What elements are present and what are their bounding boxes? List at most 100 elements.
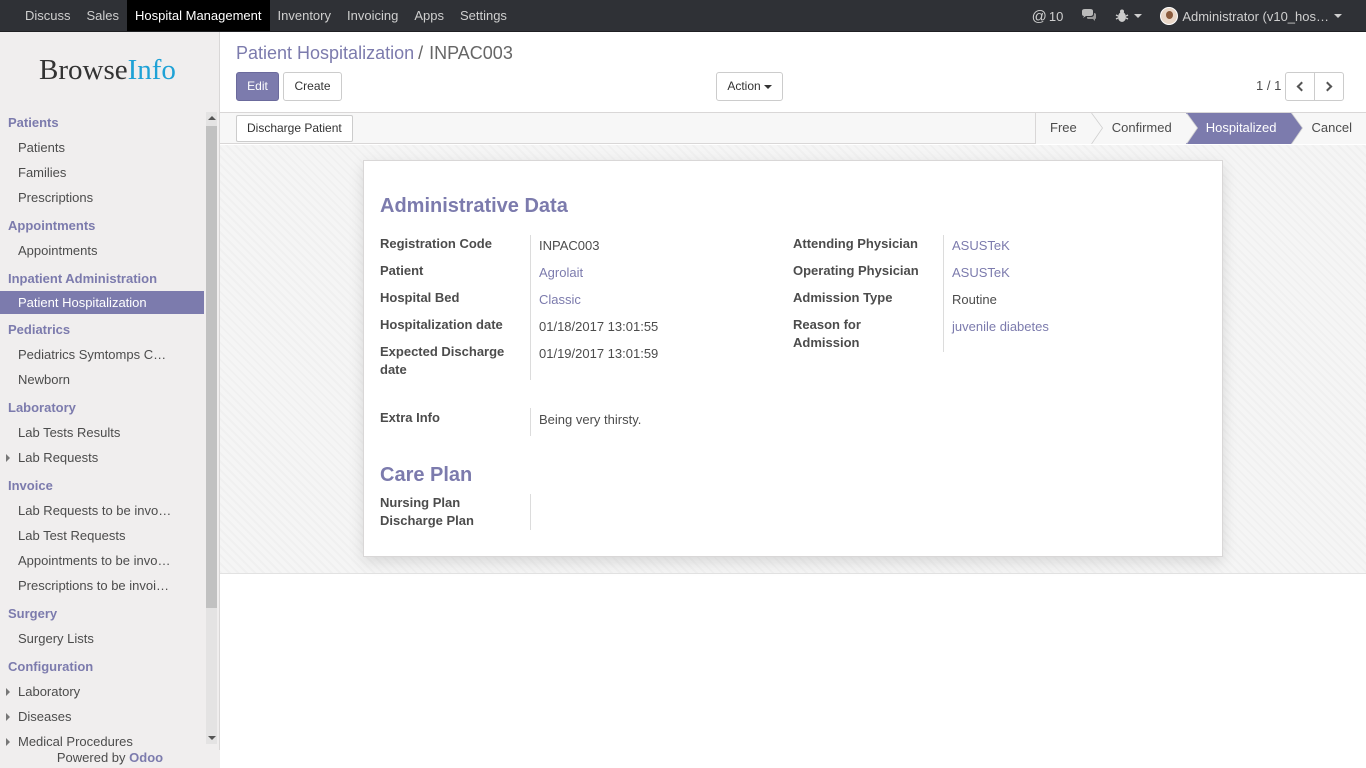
scroll-down-icon[interactable] (208, 736, 216, 740)
stage-label: Free (1050, 120, 1077, 135)
registration-code-value: INPAC003 (539, 238, 600, 253)
operating-physician-label: Operating Physician (793, 263, 919, 278)
patient-label: Patient (380, 263, 424, 278)
sidebar-item-label: Pediatrics Symtomps C… (18, 347, 167, 362)
sidebar-item-prescriptions-to-be-invoi[interactable]: Prescriptions to be invoi… (0, 573, 204, 598)
sidebar-item-label: Patients (18, 140, 65, 155)
odoo-link[interactable]: Odoo (129, 750, 163, 765)
app-menu-discuss[interactable]: Discuss (17, 0, 79, 31)
extra-info-label: Extra Info (380, 410, 440, 425)
action-dropdown[interactable]: Action (716, 72, 783, 101)
operating-physician-link[interactable]: ASUSTeK (952, 264, 1010, 282)
app-menu-hospital-management[interactable]: Hospital Management (127, 0, 270, 31)
app-menu-sales[interactable]: Sales (79, 0, 128, 31)
sidebar-item-appointments[interactable]: Appointments (0, 238, 204, 263)
bug-icon (1116, 9, 1129, 22)
pager-value[interactable]: 1 / 1 (1256, 78, 1281, 93)
field-separator (530, 235, 531, 380)
sidebar-item-lab-tests-results[interactable]: Lab Tests Results (0, 420, 204, 445)
edit-button[interactable]: Edit (236, 72, 279, 101)
label-line: date (380, 362, 407, 377)
app-menu-settings[interactable]: Settings (452, 0, 515, 31)
app-menu-invoicing[interactable]: Invoicing (339, 0, 406, 31)
stage-confirmed[interactable]: Confirmed (1090, 113, 1198, 144)
sidebar-item-newborn[interactable]: Newborn (0, 367, 204, 392)
hospital-bed-label: Hospital Bed (380, 290, 460, 305)
sidebar-item-label: Lab Tests Results (18, 425, 121, 440)
field-separator (530, 494, 531, 530)
user-name: Administrator (v10_hos… (1182, 8, 1329, 24)
caret-right-icon (6, 688, 10, 696)
label-line: Expected Discharge (380, 344, 505, 359)
sidebar-nav: Patients Patients Families Prescriptions App… (0, 107, 204, 754)
status-stages: Free Confirmed Hospitalized Cancel (1035, 113, 1366, 144)
stage-label: Cancel (1311, 120, 1352, 135)
attending-physician-link[interactable]: ASUSTeK (952, 237, 1010, 255)
action-label: Action (727, 79, 761, 93)
chat-bubbles-icon (1082, 9, 1097, 21)
discharge-plan-label: Discharge Plan (380, 513, 474, 528)
sidebar-scrollbar[interactable] (206, 112, 217, 744)
sidebar-item-lab-requests-to-be-invo[interactable]: Lab Requests to be invo… (0, 498, 204, 523)
reason-for-admission-label: Reason for Admission (793, 316, 861, 352)
sidebar-item-lab-test-requests[interactable]: Lab Test Requests (0, 523, 204, 548)
field-separator (943, 235, 944, 352)
sidebar-section-surgery: Surgery (8, 606, 58, 621)
form-statusbar: Discharge Patient Free Confirmed Hospitali… (220, 112, 1366, 144)
patient-link[interactable]: Agrolait (539, 264, 583, 282)
app-menu-inventory[interactable]: Inventory (270, 0, 339, 31)
field-separator (530, 408, 531, 436)
sidebar-item-laboratory[interactable]: Laboratory (0, 679, 204, 704)
stage-label: Hospitalized (1205, 120, 1277, 135)
app-menu-apps[interactable]: Apps (406, 0, 452, 31)
sidebar-item-patients[interactable]: Patients (0, 135, 204, 160)
chat-menu[interactable] (1081, 9, 1097, 23)
sidebar-item-label: Families (18, 165, 67, 180)
form-sheet: Administrative Data Registration Code IN… (363, 160, 1223, 557)
sidebar-item-surgery-lists[interactable]: Surgery Lists (0, 626, 204, 651)
pager-next-button[interactable] (1314, 72, 1344, 101)
sidebar-item-prescriptions[interactable]: Prescriptions (0, 185, 204, 210)
breadcrumb-current: INPAC003 (429, 43, 513, 63)
sidebar-section-configuration: Configuration (8, 659, 94, 674)
messaging-menu[interactable]: @ 10 (1032, 8, 1064, 25)
admission-type-label: Admission Type (793, 290, 893, 305)
stage-free[interactable]: Free (1035, 113, 1103, 144)
sidebar-item-patient-hospitalization[interactable]: Patient Hospitalization (0, 291, 204, 314)
stage-hospitalized[interactable]: Hospitalized (1185, 113, 1303, 144)
sidebar-item-families[interactable]: Families (0, 160, 204, 185)
attending-physician-label: Attending Physician (793, 236, 918, 251)
sidebar-item-label: Medical Procedures (18, 734, 133, 749)
sidebar-section-inpatient-administration: Inpatient Administration (8, 271, 158, 286)
breadcrumb-parent[interactable]: Patient Hospitalization (236, 43, 414, 63)
hospitalization-date-value: 01/18/2017 13:01:55 (539, 319, 659, 334)
expected-discharge-value: 01/19/2017 13:01:59 (539, 346, 659, 361)
sidebar-item-label: Prescriptions (18, 190, 94, 205)
sidebar-item-label: Prescriptions to be invoi… (18, 578, 170, 593)
sidebar-item-label: Laboratory (18, 684, 81, 699)
care-plan-heading: Care Plan (380, 464, 473, 486)
powered-by: Powered by Odoo (0, 750, 220, 768)
reason-for-admission-link[interactable]: juvenile diabetes (952, 318, 1049, 336)
pager-previous-button[interactable] (1285, 72, 1315, 101)
debug-menu[interactable] (1115, 9, 1143, 23)
sidebar: BrowseInfo Patients Patients Families Presc… (0, 32, 220, 768)
sidebar-section-pediatrics: Pediatrics (8, 322, 71, 337)
scrollbar-thumb[interactable] (206, 126, 217, 608)
sidebar-item-lab-requests[interactable]: Lab Requests (0, 445, 204, 470)
user-menu[interactable]: Administrator (v10_hos… (1160, 7, 1342, 25)
sidebar-item-diseases[interactable]: Diseases (0, 704, 204, 729)
discharge-patient-button[interactable]: Discharge Patient (236, 115, 353, 142)
administrative-data-heading: Administrative Data (380, 195, 568, 217)
sidebar-item-pediatrics-symtomps-c[interactable]: Pediatrics Symtomps C… (0, 342, 204, 367)
caret-right-icon (6, 454, 10, 462)
systray: @ 10 Administrator (v10_hos… (1032, 0, 1366, 32)
stage-arrow (1185, 113, 1197, 144)
chevron-right-icon (1322, 81, 1333, 92)
chevron-down-icon (1334, 14, 1342, 18)
hospital-bed-link[interactable]: Classic (539, 291, 581, 309)
create-button[interactable]: Create (283, 72, 342, 101)
sidebar-item-label: Appointments (18, 243, 98, 258)
sidebar-item-appointments-to-be-invo[interactable]: Appointments to be invo… (0, 548, 204, 573)
scroll-up-icon[interactable] (208, 116, 216, 120)
